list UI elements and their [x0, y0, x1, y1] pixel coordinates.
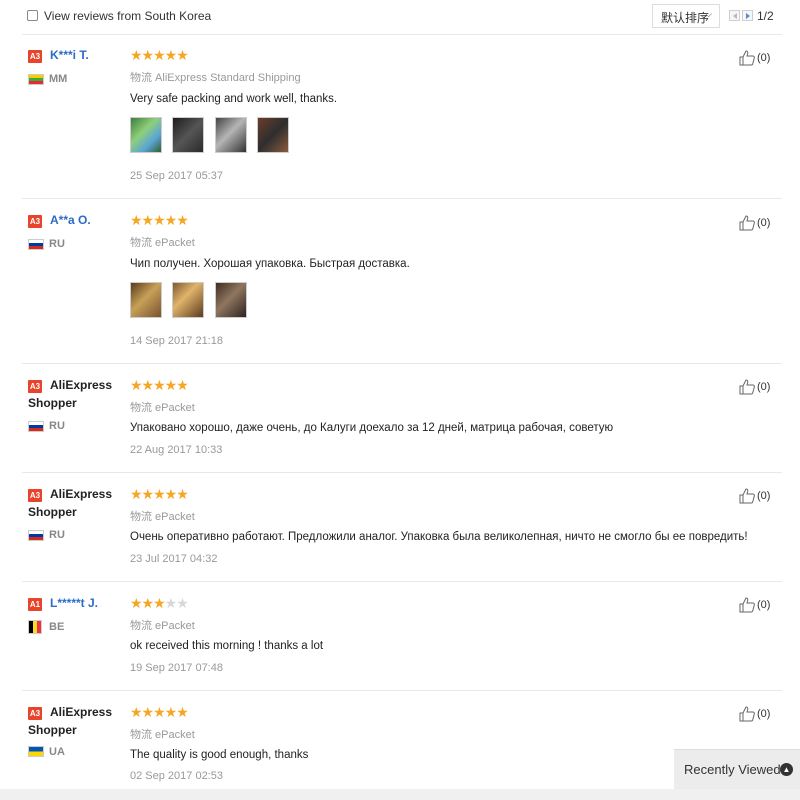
buyer-level-badge: A3 [28, 489, 42, 502]
recently-viewed-label: Recently Viewed [684, 762, 781, 777]
thumbs-up-icon [739, 597, 755, 613]
divider [22, 581, 782, 582]
review-filter-bar: View reviews from South Korea 默认排序 ⌵ 1/2 [0, 0, 800, 34]
flag-ua-icon [28, 746, 44, 757]
thumbs-up-icon [739, 50, 755, 66]
next-page-button[interactable] [742, 10, 753, 21]
star-rating: ★★★★★ [130, 47, 189, 63]
helpful-button[interactable]: (0) [739, 215, 770, 231]
review-text: Чип получен. Хорошая упаковка. Быстрая д… [130, 258, 410, 270]
shipping-method: 物流 AliExpress Standard Shipping [130, 72, 301, 84]
reviewer-name-line2: Shopper [28, 396, 77, 410]
helpful-count: (0) [757, 489, 771, 502]
thumbs-up-icon [739, 379, 755, 395]
prev-page-button[interactable] [729, 10, 740, 21]
thumbs-up-icon [739, 215, 755, 231]
reviewer-country: RU [49, 420, 65, 432]
review-text: ok received this morning ! thanks a lot [130, 640, 324, 652]
reviewer-name[interactable]: A**a O. [50, 213, 91, 227]
divider [22, 690, 782, 691]
review-date: 25 Sep 2017 05:37 [130, 170, 223, 182]
shipping-method: 物流 ePacket [130, 402, 195, 414]
review-date: 22 Aug 2017 10:33 [130, 444, 223, 456]
review-photo[interactable] [172, 117, 205, 153]
star-rating: ★★★★★ [130, 377, 189, 393]
buyer-level-badge: A3 [28, 380, 42, 393]
flag-ru-icon [28, 421, 44, 432]
review-photos [130, 117, 295, 153]
flag-ru-icon [28, 239, 44, 250]
review-text: Упаковано хорошо, даже очень, до Калуги … [130, 422, 614, 434]
review-date: 02 Sep 2017 02:53 [130, 770, 223, 782]
divider [22, 472, 782, 473]
reviewer-name: AliExpress [50, 487, 113, 501]
buyer-level-badge: A3 [28, 707, 42, 720]
chevron-down-icon: ⌵ [705, 9, 712, 19]
review-text: The quality is good enough, thanks [130, 749, 309, 761]
review-photo[interactable] [214, 282, 247, 318]
reviewer-name-line2: Shopper [28, 505, 77, 519]
star-rating: ★★★★★ [130, 595, 189, 611]
reviewer-name: AliExpress [50, 705, 113, 719]
helpful-count: (0) [757, 51, 771, 64]
country-filter-label[interactable]: View reviews from South Korea [44, 9, 211, 23]
review-text: Very safe packing and work well, thanks. [130, 93, 338, 105]
sort-dropdown[interactable]: 默认排序 ⌵ [652, 4, 720, 28]
helpful-button[interactable]: (0) [739, 50, 770, 66]
reviewer-name: AliExpress [50, 378, 113, 392]
review-photo[interactable] [257, 117, 290, 153]
shipping-method: 物流 ePacket [130, 511, 195, 523]
thumbs-up-icon [739, 706, 755, 722]
star-rating: ★★★★★ [130, 486, 189, 502]
divider [22, 363, 782, 364]
flag-be-icon [28, 620, 42, 634]
thumbs-up-icon [739, 488, 755, 504]
buyer-level-badge: A3 [28, 215, 42, 228]
reviewer-name-line2: Shopper [28, 723, 77, 737]
reviewer-name[interactable]: L*****t J. [50, 596, 98, 610]
page-indicator: 1/2 [757, 9, 774, 23]
review-date: 14 Sep 2017 21:18 [130, 335, 223, 347]
reviewer-name[interactable]: K***i T. [50, 48, 89, 62]
star-rating: ★★★★★ [130, 212, 189, 228]
reviewer-country: UA [49, 746, 65, 758]
review-photo[interactable] [130, 282, 162, 318]
shipping-method: 物流 ePacket [130, 237, 195, 249]
flag-mm-icon [28, 74, 44, 85]
review-photo[interactable] [214, 117, 247, 153]
reviewer-country: RU [49, 529, 65, 541]
country-filter-checkbox[interactable] [27, 10, 38, 21]
helpful-button[interactable]: (0) [739, 597, 770, 613]
review-photo[interactable] [172, 282, 205, 318]
shipping-method: 物流 ePacket [130, 729, 195, 741]
shipping-method: 物流 ePacket [130, 620, 195, 632]
divider [22, 34, 782, 35]
recently-viewed-tab[interactable]: Recently Viewed ▲ [674, 749, 800, 789]
chevron-up-icon: ▲ [780, 763, 793, 776]
reviewer-country: BE [49, 621, 65, 633]
review-text: Очень оперативно работают. Предложили ан… [130, 531, 748, 543]
reviewer-country: RU [49, 238, 65, 250]
helpful-count: (0) [757, 216, 771, 229]
star-rating: ★★★★★ [130, 704, 189, 720]
reviewer-country: MM [49, 73, 68, 85]
flag-ru-icon [28, 530, 44, 541]
buyer-level-badge: A3 [28, 50, 42, 63]
sort-label: 默认排序 [661, 11, 710, 25]
review-date: 23 Jul 2017 04:32 [130, 553, 218, 565]
review-photos [130, 282, 253, 318]
helpful-button[interactable]: (0) [739, 488, 770, 504]
helpful-count: (0) [757, 598, 771, 611]
helpful-button[interactable]: (0) [739, 379, 770, 395]
bottom-bar [0, 789, 800, 800]
helpful-count: (0) [757, 707, 771, 720]
helpful-count: (0) [757, 380, 771, 393]
helpful-button[interactable]: (0) [739, 706, 770, 722]
divider [22, 198, 782, 199]
buyer-level-badge: A1 [28, 598, 42, 611]
review-photo[interactable] [130, 117, 162, 153]
review-date: 19 Sep 2017 07:48 [130, 662, 223, 674]
